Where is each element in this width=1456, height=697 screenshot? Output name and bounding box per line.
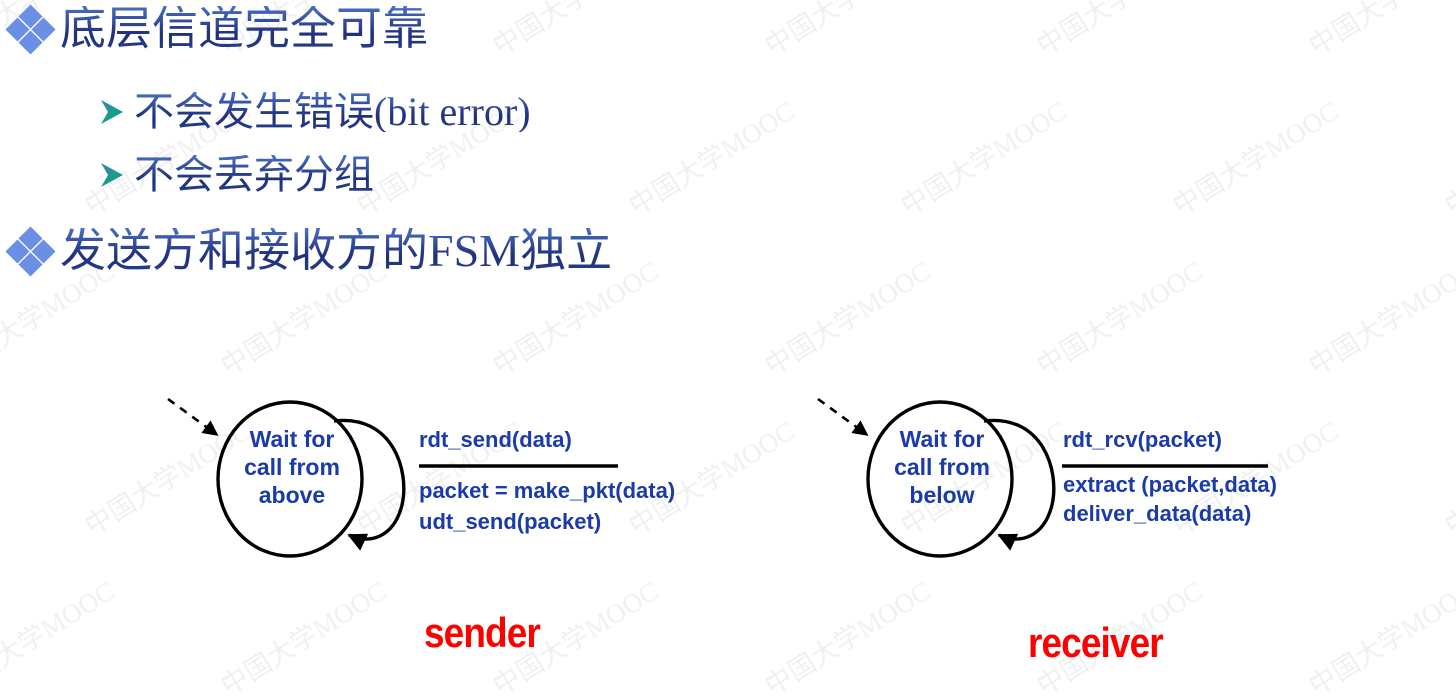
outline-item-2: 不会丢弃分组	[92, 155, 374, 195]
outline-item-3-label: 发送方和接收方的FSM独立	[60, 225, 613, 276]
sender-action-label-0: packet = make_pkt(data)	[419, 478, 676, 503]
sender-action-label-1: udt_send(packet)	[419, 509, 602, 534]
outline-item-1: 不会发生错误(bit error)	[92, 92, 531, 132]
arrow-bullet-icon	[92, 156, 130, 194]
slide-content: 底层信道完全可靠 不会发生错误(bit error) 不会丢弃分组 发送方和接收…	[0, 0, 1456, 697]
sender-state-line-0: Wait for	[249, 426, 335, 452]
receiver-state-line-1: call from	[894, 454, 990, 480]
sender-state-line-2: above	[258, 482, 326, 508]
receiver-action-label-0: extract (packet,data)	[1063, 472, 1277, 497]
sender-role-label: sender	[424, 609, 541, 656]
receiver-event-label: rdt_rcv(packet)	[1063, 427, 1222, 452]
receiver-role-label: receiver	[1028, 619, 1164, 666]
receiver-state-line-0: Wait for	[899, 426, 985, 452]
arrow-bullet-icon	[92, 93, 130, 131]
sender-state-label: Wait for call from above	[222, 425, 362, 509]
slide-canvas: 中国大学MOOC 中国大学MOOC 中国大学MOOC 中国大学MOOC 中国大学MOOC…	[0, 0, 1456, 697]
diamond-cluster-bullet-icon	[5, 226, 56, 277]
receiver-state-label: Wait for call from below	[872, 425, 1012, 509]
receiver-action-label-1: deliver_data(data)	[1063, 501, 1252, 526]
outline-item-0: 底层信道完全可靠	[5, 3, 428, 55]
diamond-cluster-bullet-icon	[5, 4, 56, 55]
outline-item-3: 发送方和接收方的FSM独立	[5, 225, 613, 277]
outline-item-2-label: 不会丢弃分组	[134, 152, 374, 197]
outline-item-1-label: 不会发生错误(bit error)	[134, 89, 531, 134]
receiver-state-line-2: below	[909, 482, 975, 508]
sender-event-label: rdt_send(data)	[419, 427, 572, 452]
sender-state-line-1: call from	[244, 454, 340, 480]
outline-item-0-label: 底层信道完全可靠	[60, 3, 428, 54]
